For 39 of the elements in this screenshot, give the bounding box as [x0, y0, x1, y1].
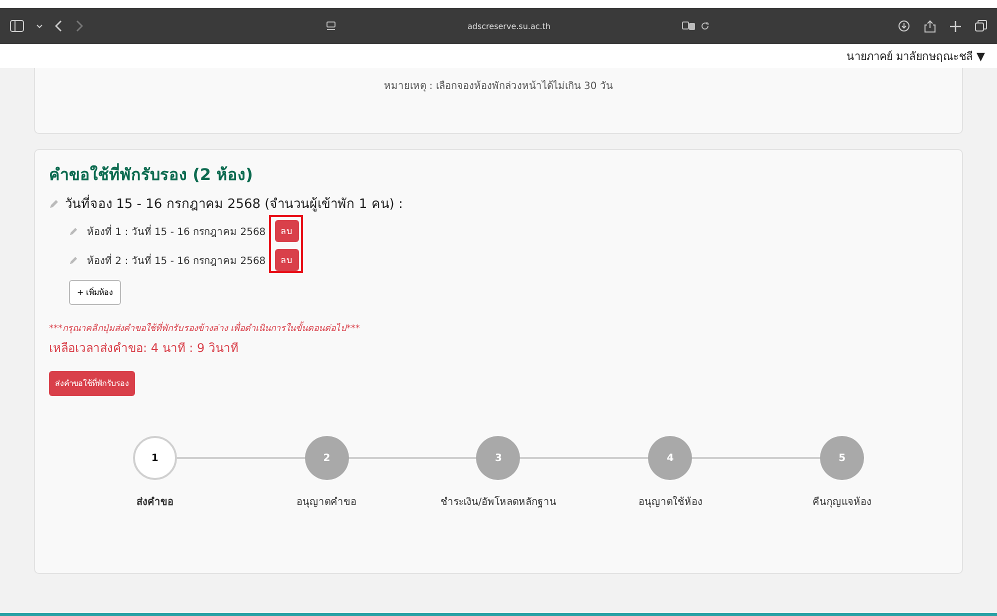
- page-icon: [326, 21, 336, 31]
- plus-icon[interactable]: [950, 20, 961, 32]
- step-circle: 3: [476, 436, 520, 480]
- instruction-text: ***กรุณาคลิกปุ่มส่งคำขอใช้ที่พักรับรองข้างล่าง เพื่อดำเนินการในขั้นตอนต่อไป***: [49, 321, 948, 335]
- forward-icon[interactable]: [75, 20, 83, 32]
- back-icon[interactable]: [55, 20, 63, 32]
- add-room-button[interactable]: + เพิ่มห้อง: [69, 280, 122, 305]
- step-circle: 4: [648, 436, 692, 480]
- step-label: ส่งคำขอ: [136, 496, 174, 509]
- highlight-frame: [268, 215, 303, 273]
- chevron-down-icon[interactable]: [36, 24, 43, 28]
- pencil-icon: [69, 226, 78, 236]
- step-label: อนุญาตคำขอ: [296, 496, 357, 509]
- step-circle: 2: [304, 436, 349, 480]
- pencil-icon: [69, 256, 78, 264]
- translate-icon[interactable]: [682, 21, 696, 31]
- url-text: adscreserve.su.ac.th: [466, 22, 552, 30]
- download-icon[interactable]: [898, 20, 910, 32]
- share-icon[interactable]: [924, 20, 936, 32]
- step-circle: 1: [132, 436, 177, 480]
- room-label: ห้องที่ 1 : วันที่ 15 - 16 กรกฎาคม 2568: [87, 224, 266, 238]
- submit-button[interactable]: ส่งคำขอใช้ที่พักรับรอง: [49, 371, 135, 396]
- step-label: คืนกุญแจห้อง: [812, 496, 872, 509]
- user-menu[interactable]: นายภาคย์ มาลัยกษฤณะชลี ▼: [846, 47, 985, 65]
- address-bar[interactable]: adscreserve.su.ac.th: [318, 15, 718, 37]
- booking-date: วันที่จอง 15 - 16 กรกฎาคม 2568 (จำนวนผู้เข้าพัก 1 คน) :: [65, 193, 403, 214]
- sidebar-icon[interactable]: [10, 20, 24, 32]
- step-label: ชำระเงิน/อัพโหลดหลักฐาน: [440, 495, 557, 509]
- step-circle: 5: [820, 436, 864, 480]
- request-title: คำขอใช้ที่พักรับรอง (2 ห้อง): [49, 162, 254, 186]
- pencil-icon: [49, 198, 59, 208]
- step-label: อนุญาตใช้ห้อง: [638, 495, 702, 509]
- delete-button[interactable]: ลบ: [274, 249, 299, 271]
- room-label: ห้องที่ 2 : วันที่ 15 - 16 กรกฎาคม 2568: [87, 252, 266, 268]
- delete-button[interactable]: ลบ: [274, 220, 299, 242]
- notice-text: หมายเหตุ : เลือกจองห้องพักล่วงหน้าได้ไม่เกิน 30 วัน: [384, 79, 613, 94]
- tabs-icon[interactable]: [975, 20, 987, 32]
- reload-icon[interactable]: [700, 21, 710, 31]
- countdown-text: เหลือเวลาส่งคำขอ: 4 นาที : 9 วินาที: [49, 340, 240, 357]
